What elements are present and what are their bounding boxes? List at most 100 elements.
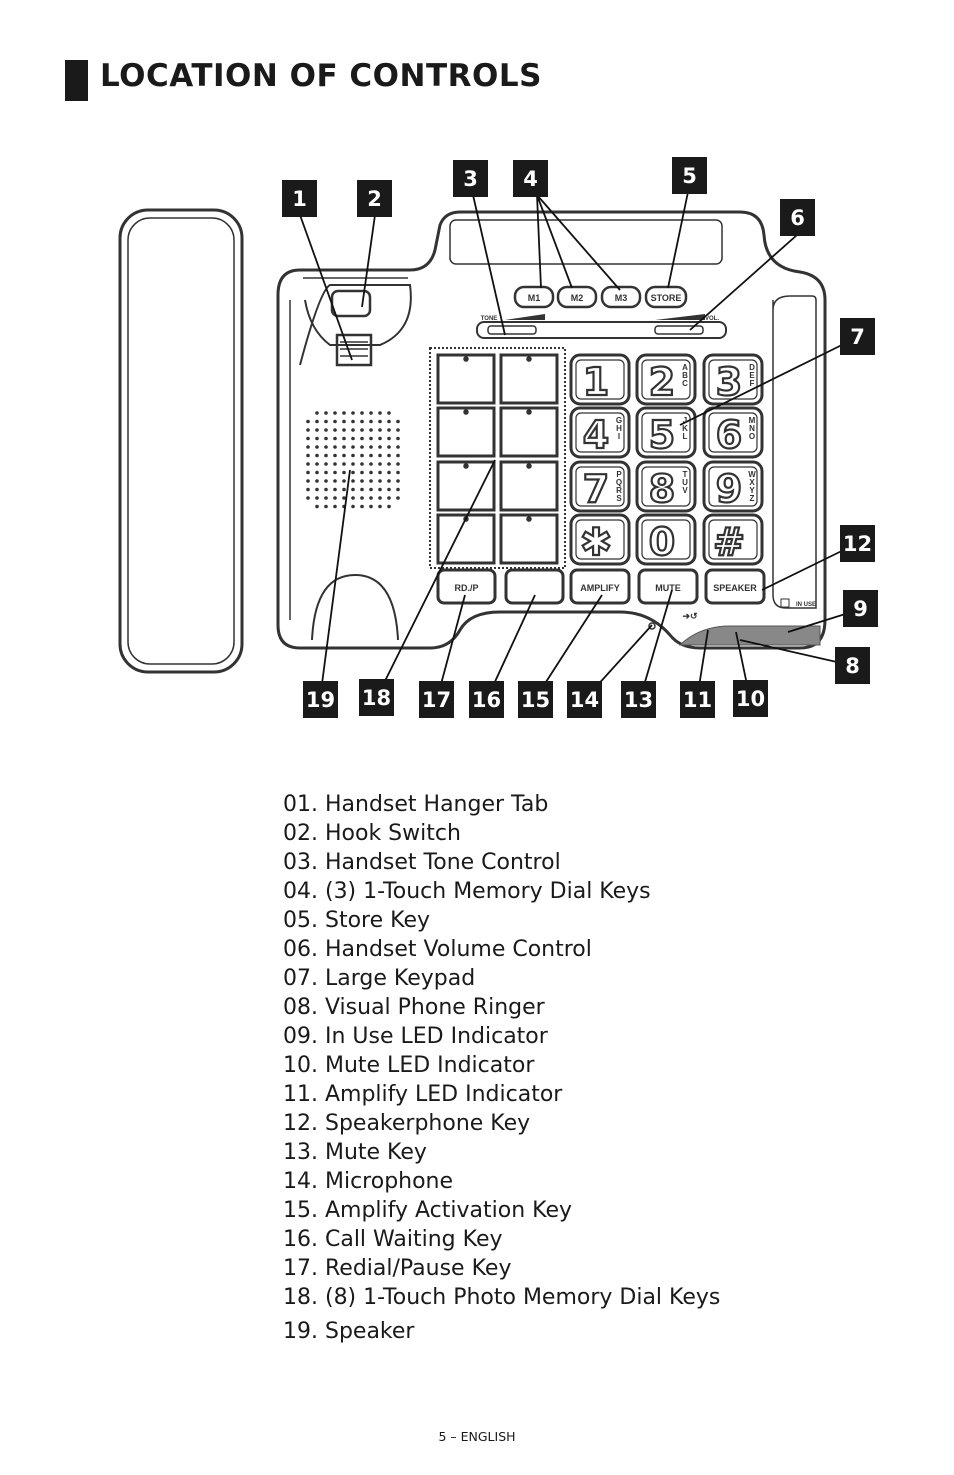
grille-hole — [387, 453, 391, 458]
callout-6-number: 6 — [790, 206, 805, 230]
grille-hole — [306, 445, 310, 449]
grille-hole — [351, 496, 355, 500]
grille-hole — [342, 411, 346, 415]
photo-key — [499, 406, 559, 458]
grille-hole — [306, 470, 310, 475]
keypad-digit: 3 — [716, 360, 742, 404]
grille-hole — [396, 470, 400, 475]
grille-hole — [315, 453, 319, 458]
grille-hole — [360, 462, 364, 466]
callout-15-number: 15 — [521, 688, 550, 712]
m1-label: M1 — [528, 293, 541, 303]
callout-9-number: 9 — [853, 597, 868, 621]
control-item: 12. Speakerphone Key — [283, 1111, 531, 1136]
grille-hole — [324, 411, 328, 415]
keypad-letters: TUV — [681, 470, 690, 494]
control-item: 07. Large Keypad — [283, 966, 476, 991]
sliders: TONE VOL. — [476, 314, 727, 339]
callout-1-number: 1 — [292, 187, 307, 211]
grille-hole — [396, 419, 400, 424]
keypad-digit: 4 — [583, 413, 609, 457]
callout-5-number: 5 — [682, 164, 697, 188]
grille-hole — [333, 462, 337, 466]
grille-hole — [387, 436, 391, 441]
grille-hole — [306, 436, 310, 441]
grille-hole — [396, 436, 400, 441]
grille-hole — [369, 411, 373, 415]
callout-14-number: 14 — [570, 688, 599, 712]
control-item: 08. Visual Phone Ringer — [283, 995, 545, 1020]
grille-hole — [378, 462, 382, 466]
grille-hole — [396, 487, 400, 492]
grille-hole — [315, 479, 319, 483]
keypad-digit: 0 — [649, 520, 675, 564]
grille-hole — [351, 470, 355, 475]
controls-list: 01. Handset Hanger Tab 02. Hook Switch 03.… — [283, 790, 720, 1346]
grille-hole — [351, 487, 355, 492]
keypad-digit: 7 — [583, 467, 609, 511]
keypad-digit: 8 — [649, 467, 675, 511]
grille-hole — [315, 487, 319, 492]
control-item: 03. Handset Tone Control — [283, 850, 561, 875]
keypad-letters: JKL — [681, 416, 690, 440]
page-footer: 5 – ENGLISH — [438, 1429, 516, 1444]
callout-8-number: 8 — [845, 654, 860, 678]
function-key-label: MUTE — [655, 583, 681, 593]
store-label: STORE — [651, 293, 682, 303]
grille-hole — [342, 487, 346, 492]
grille-hole — [351, 504, 355, 509]
keypad-digit: 5 — [649, 413, 675, 457]
keypad-letters: PQRS — [615, 470, 624, 502]
grille-hole — [378, 453, 382, 458]
grille-hole — [324, 436, 328, 441]
grille-hole — [378, 419, 382, 424]
grille-hole — [378, 504, 382, 509]
volume-slider — [654, 325, 704, 335]
grille-hole — [369, 504, 373, 509]
hanger-tab — [335, 333, 373, 367]
grille-hole — [342, 479, 346, 483]
grille-hole — [360, 453, 364, 458]
control-item: 18. (8) 1-Touch Photo Memory Dial Keys — [283, 1285, 721, 1310]
grille-hole — [378, 470, 382, 475]
control-item: 02. Hook Switch — [283, 821, 461, 846]
callout-2-number: 2 — [367, 187, 382, 211]
grille-hole — [315, 436, 319, 441]
grille-hole — [378, 445, 382, 449]
grille-hole — [396, 428, 400, 432]
headset-icon: ➔↺ — [682, 611, 698, 621]
photo-key — [436, 406, 496, 458]
grille-hole — [369, 479, 373, 483]
grille-hole — [315, 428, 319, 432]
grille-hole — [378, 496, 382, 500]
control-item: 14. Microphone — [283, 1169, 454, 1194]
grille-hole — [306, 428, 310, 432]
function-key-label: AMPLIFY — [580, 583, 620, 593]
grille-hole — [342, 445, 346, 449]
grille-hole — [369, 496, 373, 500]
grille-hole — [360, 487, 364, 492]
grille-hole — [351, 411, 355, 415]
control-item: 15. Amplify Activation Key — [283, 1198, 573, 1223]
grille-hole — [306, 496, 310, 500]
grille-hole — [351, 462, 355, 466]
grille-hole — [378, 479, 382, 483]
function-key-label: SPEAKER — [713, 583, 757, 593]
handset — [118, 208, 244, 674]
grille-hole — [360, 445, 364, 449]
grille-hole — [369, 419, 373, 424]
keypad-letters: MNO — [748, 416, 757, 440]
control-item: 10. Mute LED Indicator — [283, 1053, 535, 1078]
grille-hole — [360, 419, 364, 424]
grille-hole — [360, 428, 364, 432]
phone-diagram: ➔↺ IN USE M1 M2 M3 STORE TONE VOL. 1 2 ABC… — [118, 157, 878, 718]
grille-hole — [342, 462, 346, 466]
callout-4-number: 4 — [523, 167, 538, 191]
grille-hole — [333, 445, 337, 449]
in-use-label: IN USE — [796, 602, 816, 608]
grille-hole — [315, 445, 319, 449]
grille-hole — [315, 462, 319, 466]
grille-hole — [387, 470, 391, 475]
photo-memory-keys — [429, 347, 566, 569]
grille-hole — [387, 479, 391, 483]
